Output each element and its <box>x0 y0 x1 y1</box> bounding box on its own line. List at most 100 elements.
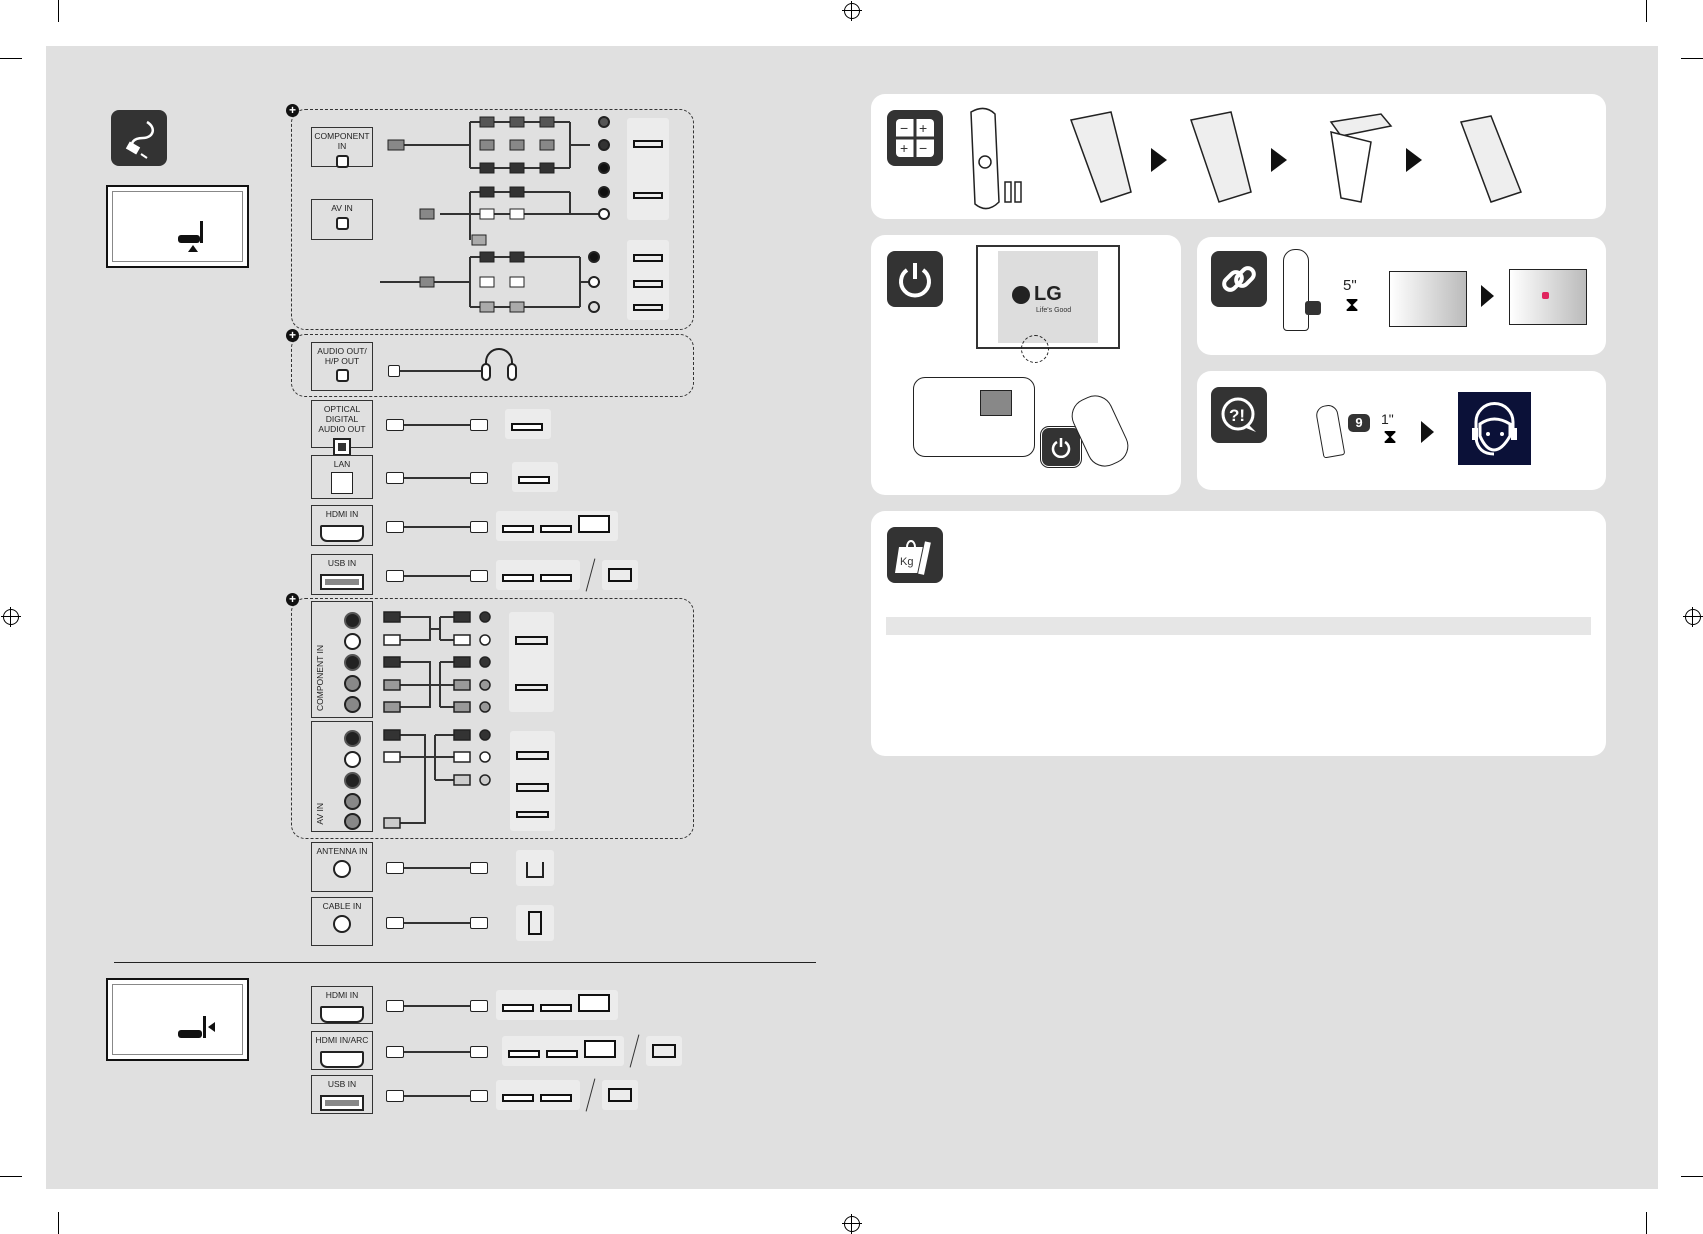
svg-text:?!: ?! <box>1229 406 1245 425</box>
wall-outlet-icon <box>528 911 542 935</box>
laptop-icon <box>578 514 610 533</box>
device-panel <box>496 510 618 541</box>
svg-text:−: − <box>919 140 927 156</box>
arrow-right-icon <box>1481 285 1494 307</box>
port-av-in: AV IN <box>311 199 373 240</box>
link-icon <box>1211 251 1267 307</box>
plug-icon <box>386 862 404 874</box>
minijack-icon <box>335 369 349 382</box>
port-audio-out: AUDIO OUT/ H/P OUT <box>311 342 373 391</box>
usb-stick-icon <box>608 567 632 582</box>
hdmi-jack-icon <box>320 525 364 542</box>
cable <box>400 424 472 426</box>
cable <box>400 921 472 924</box>
port-panel-indicator <box>178 1030 202 1038</box>
plug-icon <box>386 1089 404 1102</box>
key-9-icon: 9 <box>1348 414 1370 432</box>
device-panel <box>602 559 638 590</box>
registration-mark <box>842 1214 862 1234</box>
power-panel: LG Life's Good <box>871 235 1181 495</box>
lg-logo-icon <box>1012 285 1030 304</box>
hourglass-icon: ⧗ <box>1383 426 1398 448</box>
dvd-player-icon <box>540 524 572 533</box>
magic-remote-icon <box>1283 249 1309 331</box>
hold-time: 1" <box>1381 411 1394 427</box>
coax-jack-icon <box>333 915 351 933</box>
port-panel-indicator <box>178 235 200 243</box>
port-label: AUDIO OUT/ H/P OUT <box>317 346 367 366</box>
port-label: CABLE IN <box>322 901 362 911</box>
svg-text:+: + <box>900 140 908 156</box>
port-hdmi-arc: HDMI IN/ARC <box>311 1031 373 1070</box>
device-panel <box>502 1035 624 1066</box>
plug-icon <box>470 472 488 484</box>
rca-jack-icon <box>344 675 361 692</box>
plug-icon <box>386 1045 404 1058</box>
crop-mark <box>58 1212 59 1234</box>
dvd-player-icon <box>516 751 549 760</box>
port-panel-edge <box>200 221 203 243</box>
speaker-system-icon <box>511 423 543 431</box>
set-top-box-icon <box>502 524 534 533</box>
coax-jack-icon <box>333 860 351 878</box>
camcorder-dock-icon <box>633 280 663 288</box>
plug-icon <box>470 862 488 874</box>
plus-marker-icon: + <box>286 329 299 342</box>
minijack-icon <box>335 155 349 168</box>
port-av-rca: AV IN <box>311 721 373 832</box>
cable <box>400 477 472 479</box>
port-label: LAN <box>333 459 351 469</box>
device-panel <box>516 850 554 886</box>
battery-install-steps <box>970 107 1522 210</box>
tv-rear-view-bottom <box>106 185 249 268</box>
power-button <box>980 390 1012 416</box>
svg-text:+: + <box>919 120 927 136</box>
external-disk-icon <box>540 573 572 582</box>
minijack-icon <box>335 217 349 230</box>
registration-mark <box>1 607 21 627</box>
dvd-player-icon <box>633 140 663 148</box>
port-component-rca: COMPONENT IN <box>311 601 373 718</box>
pair-button-icon <box>1305 301 1321 315</box>
port-label: AV IN <box>315 803 325 825</box>
port-panel-edge <box>203 1016 206 1038</box>
cable <box>400 525 472 528</box>
svg-text:−: − <box>900 120 908 136</box>
device-panel <box>496 990 618 1020</box>
external-disk-icon <box>540 1093 572 1102</box>
port-label: HDMI IN/ARC <box>315 1035 369 1045</box>
crop-mark <box>1646 1212 1647 1234</box>
weight-panel: Kg <box>871 511 1606 756</box>
port-optical: OPTICAL DIGITAL AUDIO OUT <box>311 400 373 456</box>
port-label: HDMI IN <box>325 509 359 519</box>
headphones-icon <box>481 348 517 381</box>
power-button-callout <box>1021 335 1049 363</box>
arrow-up-icon <box>188 245 198 252</box>
remote-power-button-icon <box>1041 427 1081 467</box>
tagline: Life's Good <box>1036 307 1072 314</box>
tv-paired-icon <box>1509 269 1587 325</box>
router-icon <box>518 476 550 484</box>
lg-logo: LG <box>1012 283 1062 306</box>
device-panel <box>496 559 580 590</box>
device-panel <box>509 612 554 712</box>
help-panel: ?! 9 1" ⧗ <box>1197 371 1606 490</box>
device-panel <box>627 240 669 320</box>
battery-icon: − + + − <box>887 110 943 166</box>
cable <box>400 1005 472 1007</box>
port-hdmi: HDMI IN <box>311 505 373 546</box>
vcr-icon <box>516 811 549 818</box>
plug-icon <box>470 569 488 582</box>
crop-mark <box>1681 58 1703 59</box>
tv-off-icon <box>1389 271 1467 327</box>
set-top-box-icon <box>502 1004 534 1012</box>
plug-icon <box>386 520 404 533</box>
dvd-player-icon <box>515 636 548 645</box>
crop-mark <box>0 1176 22 1177</box>
port-label: OPTICAL DIGITAL AUDIO OUT <box>318 404 366 434</box>
plug-icon <box>470 1089 488 1102</box>
plug-icon <box>386 569 404 582</box>
arrow-left-icon <box>208 1022 215 1032</box>
port-hdmi-side: HDMI IN <box>311 986 373 1024</box>
weight-icon-text: Kg <box>900 556 913 568</box>
